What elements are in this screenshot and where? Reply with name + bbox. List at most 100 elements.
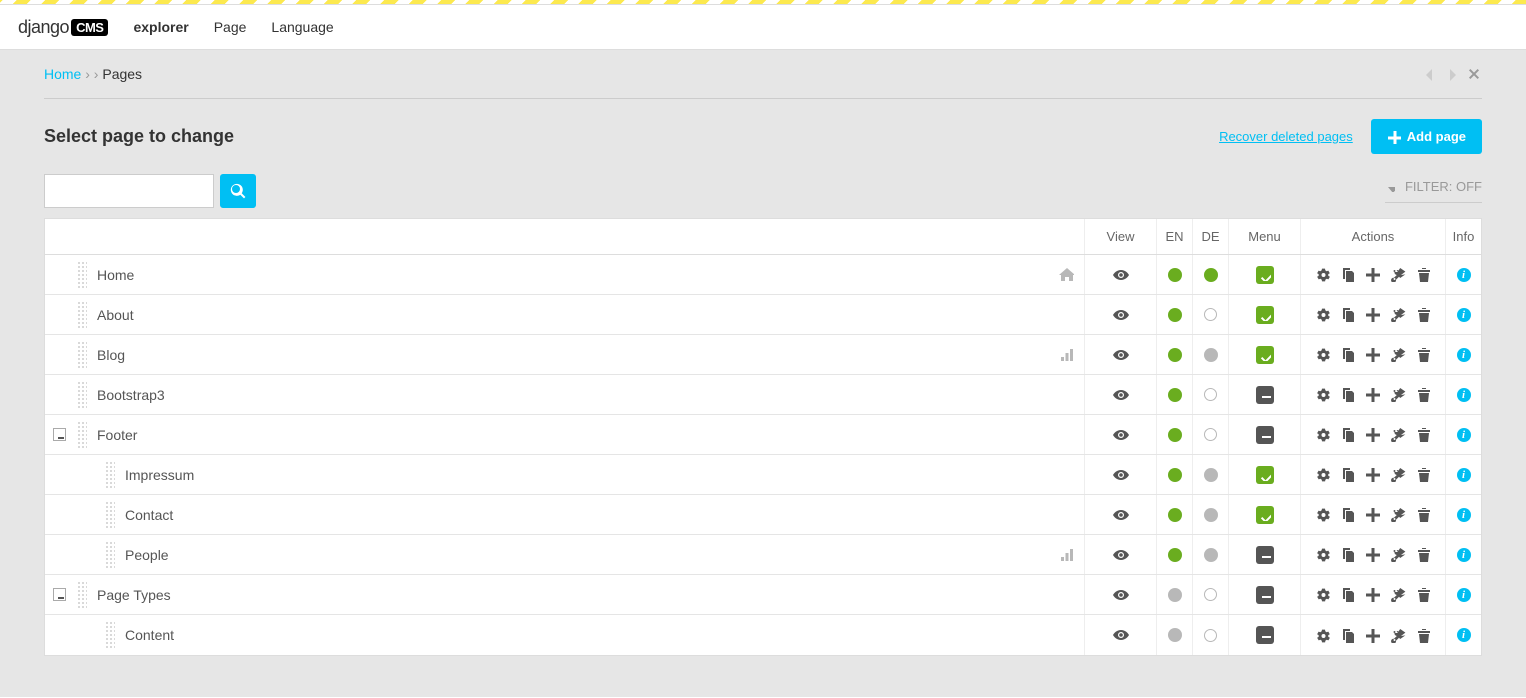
trash-icon[interactable] [1416, 628, 1431, 643]
trash-icon[interactable] [1416, 307, 1431, 322]
settings-icon[interactable] [1315, 507, 1330, 522]
page-title-cell[interactable]: Blog [91, 335, 1084, 374]
drag-handle[interactable] [77, 381, 87, 409]
view-cell[interactable] [1084, 535, 1156, 574]
de-cell[interactable] [1192, 495, 1228, 534]
drag-handle[interactable] [105, 541, 115, 569]
copy-icon[interactable] [1340, 547, 1355, 562]
view-cell[interactable] [1084, 415, 1156, 454]
collapse-button[interactable] [53, 428, 66, 441]
page-title-cell[interactable]: Page Types [91, 575, 1084, 614]
menu-cell[interactable] [1228, 455, 1300, 494]
copy-icon[interactable] [1340, 628, 1355, 643]
info-cell[interactable]: i [1445, 415, 1481, 454]
de-cell[interactable] [1192, 415, 1228, 454]
cut-icon[interactable] [1391, 347, 1406, 362]
drag-handle[interactable] [77, 421, 87, 449]
view-cell[interactable] [1084, 615, 1156, 655]
add-icon[interactable] [1365, 267, 1380, 282]
view-cell[interactable] [1084, 295, 1156, 334]
copy-icon[interactable] [1340, 587, 1355, 602]
copy-icon[interactable] [1340, 507, 1355, 522]
trash-icon[interactable] [1416, 267, 1431, 282]
recover-link[interactable]: Recover deleted pages [1219, 129, 1353, 144]
info-cell[interactable]: i [1445, 575, 1481, 614]
info-cell[interactable]: i [1445, 335, 1481, 374]
cut-icon[interactable] [1391, 267, 1406, 282]
de-cell[interactable] [1192, 295, 1228, 334]
info-cell[interactable]: i [1445, 455, 1481, 494]
de-cell[interactable] [1192, 375, 1228, 414]
add-icon[interactable] [1365, 507, 1380, 522]
en-cell[interactable] [1156, 535, 1192, 574]
breadcrumb-home[interactable]: Home [44, 66, 81, 82]
en-cell[interactable] [1156, 295, 1192, 334]
toolbar-item-page[interactable]: Page [214, 19, 247, 35]
de-cell[interactable] [1192, 615, 1228, 655]
view-cell[interactable] [1084, 575, 1156, 614]
drag-handle[interactable] [105, 621, 115, 649]
settings-icon[interactable] [1315, 427, 1330, 442]
page-title-cell[interactable]: Home [91, 255, 1084, 294]
en-cell[interactable] [1156, 615, 1192, 655]
en-cell[interactable] [1156, 455, 1192, 494]
cut-icon[interactable] [1391, 467, 1406, 482]
page-title-cell[interactable]: Footer [91, 415, 1084, 454]
close-icon[interactable] [1466, 66, 1482, 82]
add-page-button[interactable]: Add page [1371, 119, 1482, 154]
view-cell[interactable] [1084, 455, 1156, 494]
trash-icon[interactable] [1416, 547, 1431, 562]
en-cell[interactable] [1156, 335, 1192, 374]
trash-icon[interactable] [1416, 427, 1431, 442]
settings-icon[interactable] [1315, 587, 1330, 602]
search-input[interactable] [44, 174, 214, 208]
de-cell[interactable] [1192, 335, 1228, 374]
trash-icon[interactable] [1416, 507, 1431, 522]
info-cell[interactable]: i [1445, 375, 1481, 414]
cut-icon[interactable] [1391, 628, 1406, 643]
add-icon[interactable] [1365, 347, 1380, 362]
settings-icon[interactable] [1315, 628, 1330, 643]
info-cell[interactable]: i [1445, 535, 1481, 574]
de-cell[interactable] [1192, 255, 1228, 294]
menu-cell[interactable] [1228, 375, 1300, 414]
add-icon[interactable] [1365, 427, 1380, 442]
copy-icon[interactable] [1340, 347, 1355, 362]
settings-icon[interactable] [1315, 387, 1330, 402]
settings-icon[interactable] [1315, 547, 1330, 562]
menu-cell[interactable] [1228, 295, 1300, 334]
cut-icon[interactable] [1391, 387, 1406, 402]
view-cell[interactable] [1084, 375, 1156, 414]
menu-cell[interactable] [1228, 575, 1300, 614]
view-cell[interactable] [1084, 495, 1156, 534]
menu-cell[interactable] [1228, 535, 1300, 574]
view-cell[interactable] [1084, 255, 1156, 294]
drag-handle[interactable] [77, 341, 87, 369]
cut-icon[interactable] [1391, 507, 1406, 522]
settings-icon[interactable] [1315, 267, 1330, 282]
en-cell[interactable] [1156, 255, 1192, 294]
en-cell[interactable] [1156, 495, 1192, 534]
copy-icon[interactable] [1340, 467, 1355, 482]
drag-handle[interactable] [77, 261, 87, 289]
de-cell[interactable] [1192, 455, 1228, 494]
trash-icon[interactable] [1416, 347, 1431, 362]
info-cell[interactable]: i [1445, 495, 1481, 534]
info-cell[interactable]: i [1445, 255, 1481, 294]
nav-prev-icon[interactable] [1422, 67, 1434, 81]
page-title-cell[interactable]: Impressum [119, 455, 1084, 494]
settings-icon[interactable] [1315, 307, 1330, 322]
page-title-cell[interactable]: Bootstrap3 [91, 375, 1084, 414]
add-icon[interactable] [1365, 467, 1380, 482]
settings-icon[interactable] [1315, 347, 1330, 362]
page-title-cell[interactable]: People [119, 535, 1084, 574]
info-cell[interactable]: i [1445, 295, 1481, 334]
trash-icon[interactable] [1416, 467, 1431, 482]
menu-cell[interactable] [1228, 415, 1300, 454]
drag-handle[interactable] [105, 501, 115, 529]
page-title-cell[interactable]: Content [119, 615, 1084, 655]
copy-icon[interactable] [1340, 387, 1355, 402]
trash-icon[interactable] [1416, 587, 1431, 602]
drag-handle[interactable] [77, 581, 87, 609]
drag-handle[interactable] [105, 461, 115, 489]
